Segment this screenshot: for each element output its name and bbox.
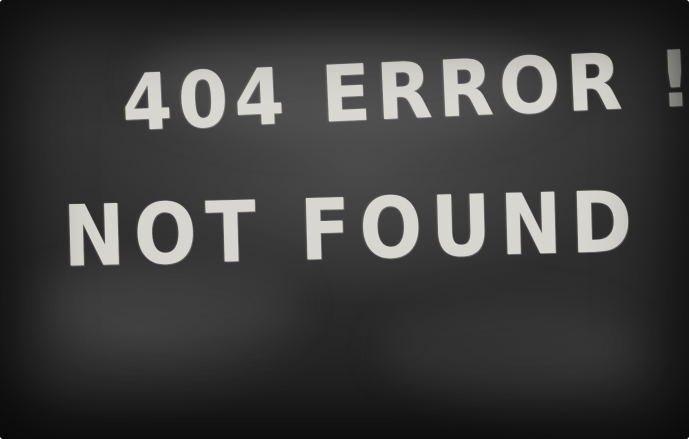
chalkboard: 404 ERROR ! NOT FOUND (0, 0, 689, 439)
error-code-text: 404 ERROR ! (120, 32, 689, 149)
not-found-text: NOT FOUND (62, 172, 643, 286)
chalk-smudge (380, 300, 640, 400)
